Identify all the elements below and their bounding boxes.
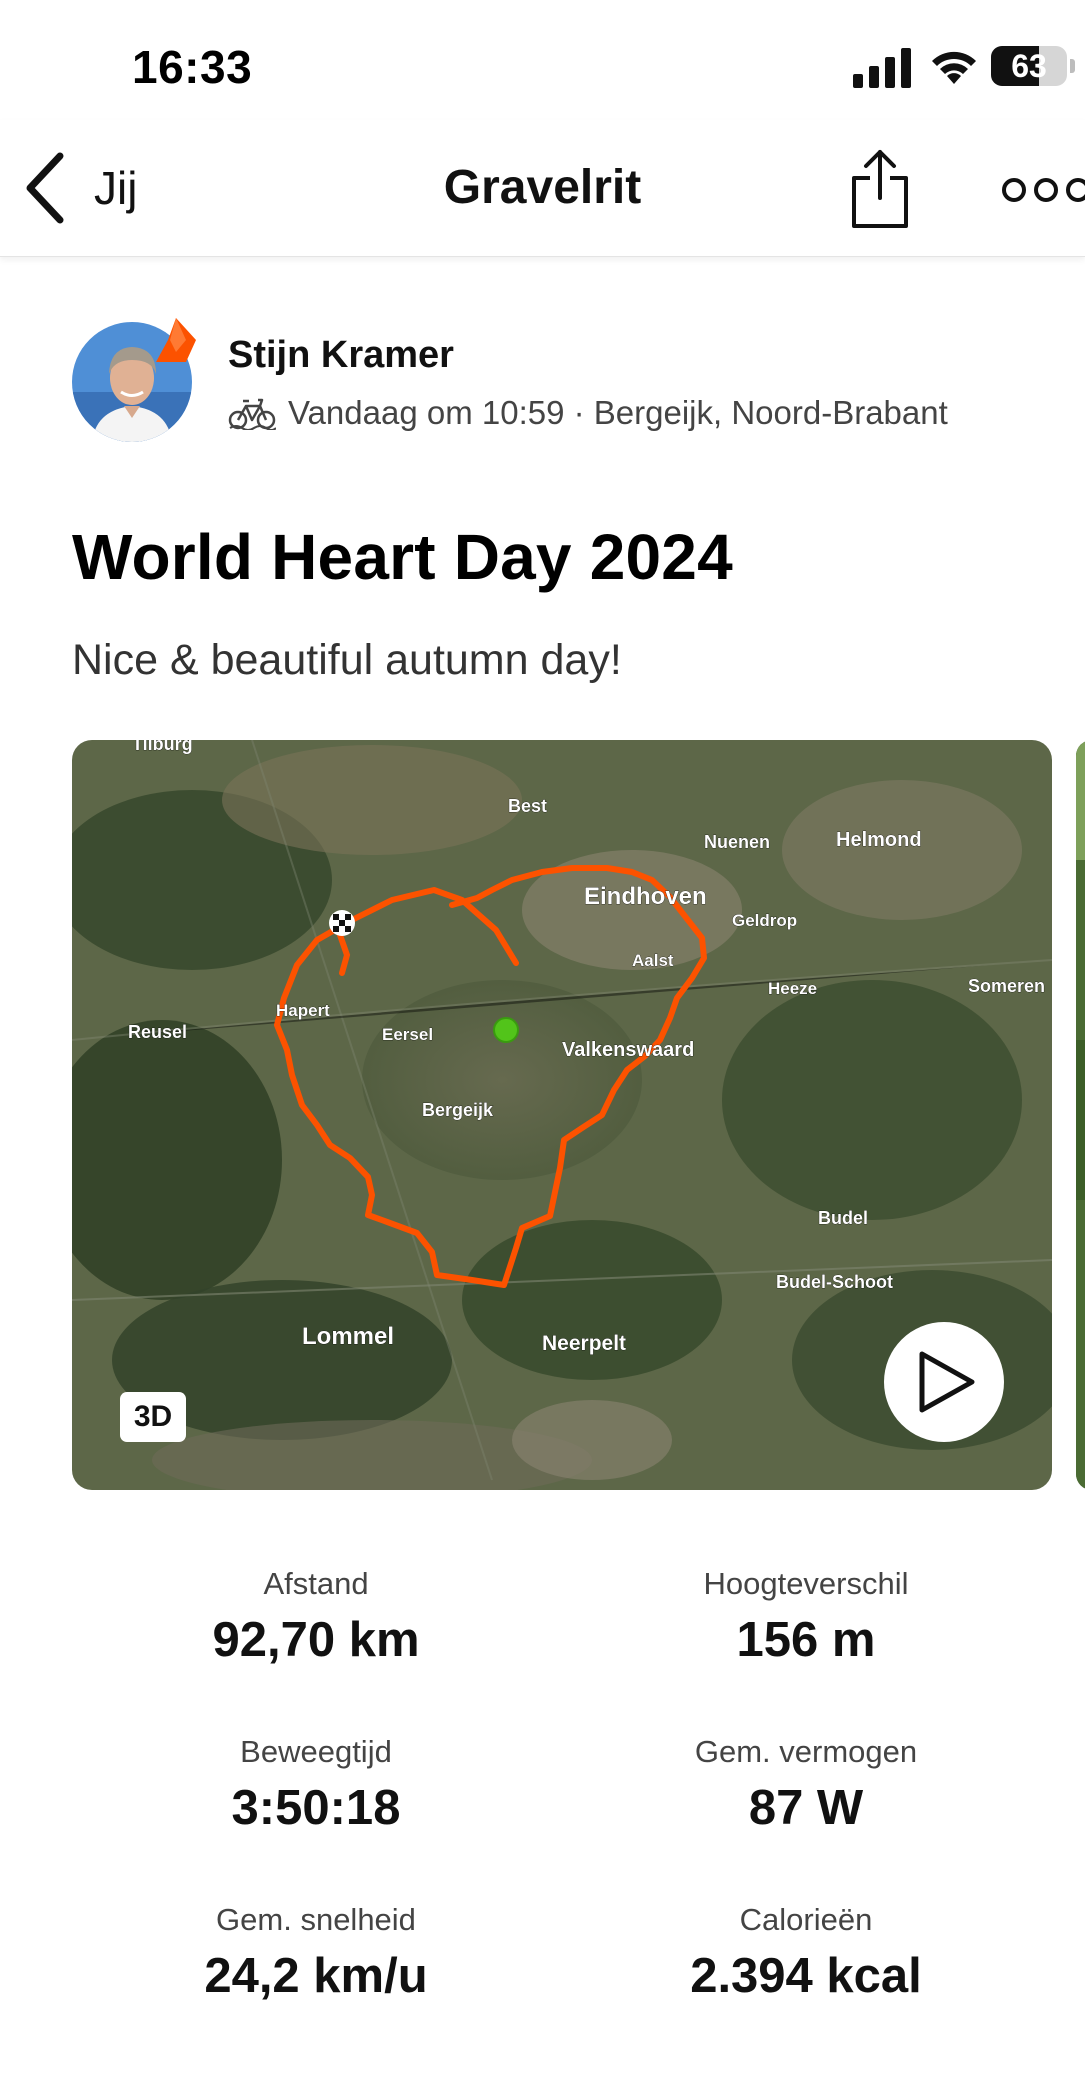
stat-value: 24,2 km/u xyxy=(204,1949,428,2003)
athlete-header[interactable]: Stijn Kramer Vandaag om 10:59 · Bergeijk… xyxy=(72,318,1072,452)
place-label: Neerpelt xyxy=(542,1332,626,1355)
place-label: Aalst xyxy=(632,951,674,970)
place-label: Best xyxy=(508,796,547,816)
stat-label: Calorieën xyxy=(739,1902,873,1937)
stat-value: 156 m xyxy=(736,1613,876,1667)
activity-title: World Heart Day 2024 xyxy=(72,521,733,593)
place-label: Bergeijk xyxy=(422,1100,494,1120)
stat-label: Beweegtijd xyxy=(240,1734,392,1769)
chevron-left-icon xyxy=(26,152,64,224)
stat-power: Gem. vermogen 87 W xyxy=(606,1734,1006,1836)
signal-icon xyxy=(853,48,911,88)
stat-calories: Calorieën 2.394 kcal xyxy=(606,1902,1006,2004)
stat-label: Hoogteverschil xyxy=(703,1566,909,1601)
start-marker xyxy=(493,1017,519,1043)
athlete-name[interactable]: Stijn Kramer xyxy=(228,334,454,377)
place-label: Budel xyxy=(818,1208,868,1228)
play-flyover-button[interactable] xyxy=(884,1322,1004,1442)
next-media-card[interactable] xyxy=(1076,740,1085,1490)
place-label: Eersel xyxy=(382,1025,433,1044)
3d-badge[interactable]: 3D xyxy=(120,1392,186,1442)
route-map[interactable]: Tilburg Best Nuenen Helmond Eindhoven Ge… xyxy=(72,740,1052,1490)
stat-value: 2.394 kcal xyxy=(690,1949,922,2003)
place-label: Helmond xyxy=(836,829,922,851)
status-time: 16:33 xyxy=(132,41,253,93)
play-icon xyxy=(919,1351,975,1413)
activity-meta: Vandaag om 10:59 · Bergeijk, Noord-Braba… xyxy=(228,394,948,432)
place-label: Reusel xyxy=(128,1022,187,1042)
place-label: Valkenswaard xyxy=(562,1039,694,1061)
strava-badge-icon xyxy=(156,318,196,362)
stat-value: 92,70 km xyxy=(212,1613,420,1667)
place-label: Eindhoven xyxy=(584,883,707,910)
place-label: Heeze xyxy=(768,979,817,998)
stat-moving-time: Beweegtijd 3:50:18 xyxy=(116,1734,516,1836)
avatar[interactable] xyxy=(72,318,196,444)
share-icon[interactable] xyxy=(848,148,912,230)
stat-value: 3:50:18 xyxy=(231,1781,401,1835)
status-bar: 16:33 63 xyxy=(0,0,1085,120)
stat-label: Afstand xyxy=(263,1566,369,1601)
stat-speed: Gem. snelheid 24,2 km/u xyxy=(116,1902,516,2004)
activity-meta-text: Vandaag om 10:59 · Bergeijk, Noord-Braba… xyxy=(288,394,948,431)
bike-icon xyxy=(228,398,276,430)
stat-label: Gem. vermogen xyxy=(694,1734,918,1769)
stat-distance: Afstand 92,70 km xyxy=(116,1566,516,1668)
more-options-icon[interactable] xyxy=(1000,170,1085,210)
place-label: Nuenen xyxy=(704,832,770,852)
place-label: Lommel xyxy=(302,1323,394,1350)
battery-icon: 63 xyxy=(991,46,1077,88)
place-label: Geldrop xyxy=(732,911,797,930)
place-label: Tilburg xyxy=(132,740,193,754)
battery-percent: 63 xyxy=(1011,48,1047,84)
place-label: Someren xyxy=(968,976,1045,996)
nav-bar: Jij Gravelrit xyxy=(0,120,1085,257)
stat-label: Gem. snelheid xyxy=(216,1902,416,1937)
stat-elevation: Hoogteverschil 156 m xyxy=(606,1566,1006,1668)
stat-value: 87 W xyxy=(748,1781,864,1835)
wifi-icon xyxy=(932,51,976,84)
back-label: Jij xyxy=(94,162,138,214)
place-label: Hapert xyxy=(276,1001,330,1020)
photo-thumbnail xyxy=(1076,740,1085,1490)
back-button[interactable]: Jij xyxy=(22,146,172,230)
activity-description: Nice & beautiful autumn day! xyxy=(72,636,622,684)
status-icons: 63 xyxy=(825,44,1085,88)
place-label: Budel-Schoot xyxy=(776,1272,893,1292)
